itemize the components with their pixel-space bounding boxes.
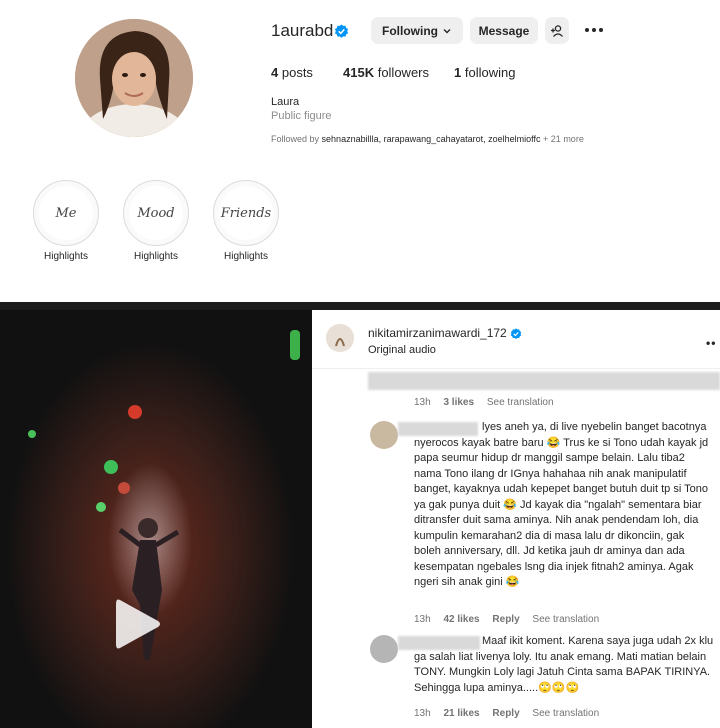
commenter-avatar[interactable] (370, 421, 398, 449)
highlight-item[interactable]: Mood Highlights (116, 180, 196, 262)
redacted-comment-text (368, 372, 720, 390)
highlight-item[interactable]: Me Highlights (26, 180, 106, 262)
light-spot (96, 502, 106, 512)
profile-header: 1aurabd Following Message 4 posts 415K f… (0, 0, 720, 302)
more-options-button[interactable] (584, 22, 604, 38)
comment-text: Maaf ikit koment. Karena saya juga udah … (414, 635, 714, 694)
following-button[interactable]: Following (371, 17, 463, 44)
message-button[interactable]: Message (470, 17, 538, 44)
light-spot (28, 430, 36, 438)
following-link[interactable]: 1 following (454, 65, 515, 80)
highlight-cover-text: Mood (129, 186, 183, 240)
comments-panel: nikitamirzanimawardi_172 Original audio … (312, 310, 720, 728)
comment-meta: 13h 3 likes See translation (414, 397, 564, 408)
comment-time: 13h (414, 614, 431, 625)
highlight-label: Highlights (44, 251, 88, 262)
highlight-label: Highlights (224, 251, 268, 262)
audio-link[interactable]: Original audio (368, 344, 436, 356)
more-horizontal-icon (585, 28, 603, 32)
message-button-label: Message (478, 23, 530, 38)
add-person-icon (551, 24, 563, 37)
followed-by[interactable]: Followed by sehnaznabillla, rarapawang_c… (271, 134, 584, 144)
section-divider (0, 302, 720, 310)
profile-username: 1aurabd (271, 21, 334, 40)
posts-count: 4 posts (271, 65, 313, 80)
highlight-cover-text: Me (39, 186, 93, 240)
highlight-cover: Mood (123, 180, 189, 246)
highlight-cover: Friends (213, 180, 279, 246)
chevron-down-icon (443, 28, 451, 33)
highlight-item[interactable]: Friends Highlights (206, 180, 286, 262)
see-translation-link[interactable]: See translation (532, 614, 599, 625)
avatar-image (75, 19, 193, 137)
verified-badge-icon (334, 24, 349, 38)
comment-time: 13h (414, 708, 431, 719)
panel-divider (312, 368, 720, 369)
verified-badge-icon (510, 328, 522, 340)
reel-video[interactable] (0, 310, 312, 728)
play-icon[interactable] (106, 594, 166, 654)
highlight-cover: Me (33, 180, 99, 246)
suggest-users-button[interactable] (545, 17, 569, 44)
profile-avatar[interactable] (75, 19, 193, 137)
reply-button[interactable]: Reply (492, 614, 519, 625)
highlight-cover-text: Friends (219, 186, 273, 240)
followers-link[interactable]: 415K followers (343, 65, 429, 80)
profile-name: Laura (271, 96, 300, 108)
comment-text: lyes aneh ya, di live nyebelin banget ba… (414, 421, 709, 588)
author-avatar-image (326, 324, 354, 352)
profile-category: Public figure (271, 110, 332, 122)
light-spot (118, 482, 130, 494)
comment-likes[interactable]: 21 likes (443, 708, 479, 719)
light-spot (290, 330, 300, 360)
comment-likes[interactable]: 3 likes (443, 397, 474, 408)
see-translation-link[interactable]: See translation (487, 397, 554, 408)
comment-time: 13h (414, 397, 431, 408)
highlight-label: Highlights (134, 251, 178, 262)
light-spot (104, 460, 118, 474)
commenter-avatar[interactable] (370, 635, 398, 663)
see-translation-link[interactable]: See translation (532, 708, 599, 719)
author-avatar[interactable] (326, 324, 354, 352)
more-horizontal-icon[interactable]: •• (706, 336, 716, 350)
light-spot (128, 405, 142, 419)
reply-button[interactable]: Reply (492, 708, 519, 719)
comment-meta: 13h 42 likes Reply See translation (414, 614, 609, 625)
comment-meta: 13h 21 likes Reply See translation (414, 708, 609, 719)
following-button-label: Following (382, 23, 438, 38)
post-author[interactable]: nikitamirzanimawardi_172 (368, 326, 507, 340)
comment-likes[interactable]: 42 likes (443, 614, 479, 625)
